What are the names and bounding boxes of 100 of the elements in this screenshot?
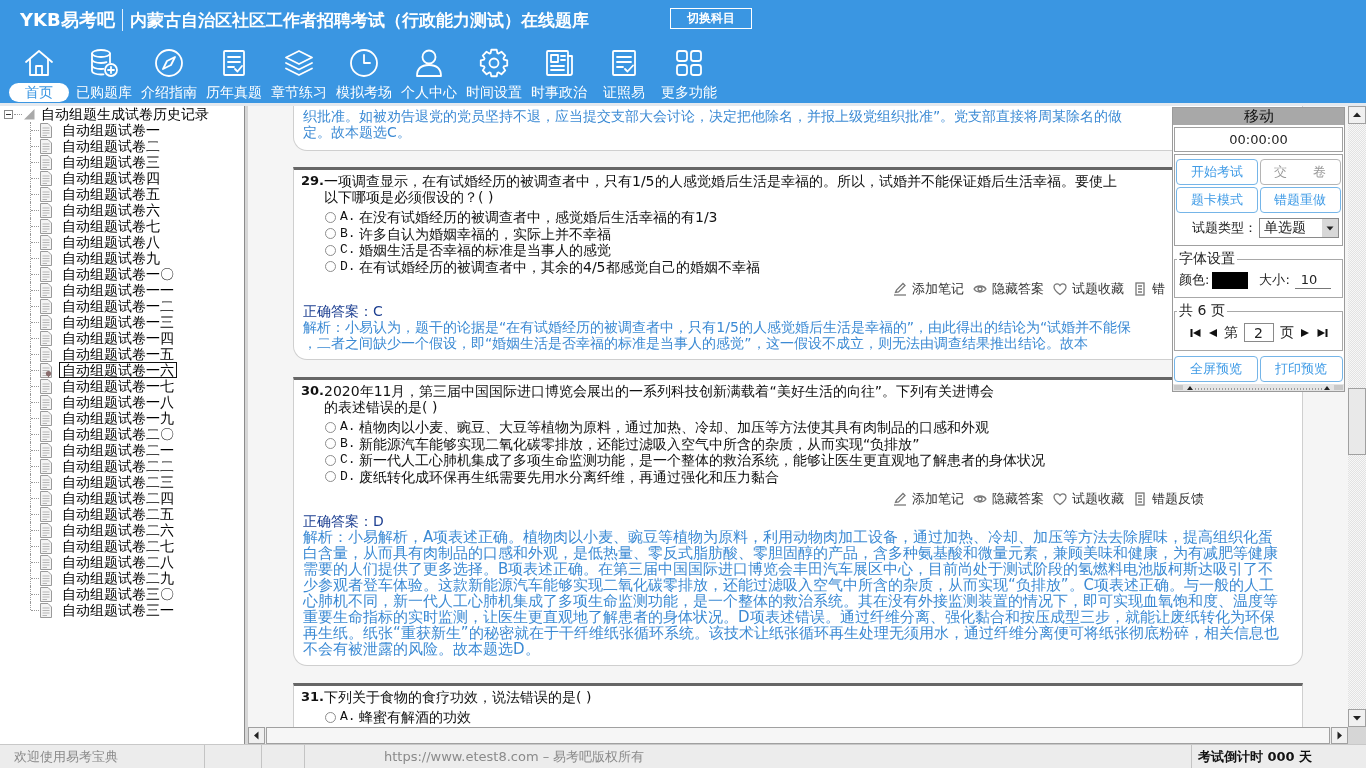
question-action-link[interactable]: 试题收藏 <box>1053 280 1124 298</box>
tree-item[interactable]: 自动组题试卷七 <box>59 218 163 234</box>
countdown-text: 考试倒计时 000 天 <box>1197 747 1313 766</box>
option-text: 婚姻生活是否幸福的标准是当事人的感觉 <box>359 242 611 259</box>
tree-item[interactable]: 自动组题试卷三一 <box>59 602 177 618</box>
tree-item[interactable]: 自动组题试卷二一 <box>59 442 177 458</box>
document-icon <box>40 330 52 346</box>
gear-icon[interactable] <box>477 47 510 79</box>
document-icon <box>40 250 52 266</box>
document-icon <box>40 186 52 202</box>
option-text: 废纸转化成环保再生纸需要先用水分离纤维，再通过强化和压力黏合 <box>359 468 779 485</box>
document-icon <box>40 570 52 586</box>
radio-button[interactable] <box>325 471 336 483</box>
option-letter: C. <box>340 452 355 469</box>
tree-item[interactable]: 自动组题试卷四 <box>59 170 163 186</box>
tree-item[interactable]: 自动组题试卷八 <box>59 234 163 250</box>
radio-button[interactable] <box>325 244 336 256</box>
document-icon <box>40 378 52 394</box>
tree-item[interactable]: 自动组题试卷一五 <box>59 346 177 362</box>
tree-item[interactable]: 自动组题试卷一六 <box>59 362 177 378</box>
tree-item[interactable]: 自动组题试卷一四 <box>59 330 177 346</box>
tree-item[interactable]: 自动组题试卷二九 <box>59 570 177 586</box>
heart-icon <box>1053 282 1067 296</box>
clock-icon[interactable] <box>347 47 380 79</box>
pager-label: 页 <box>1279 323 1294 342</box>
tree-item[interactable]: 自动组题试卷二七 <box>59 538 177 554</box>
document-icon <box>40 538 52 554</box>
tree-item[interactable]: 自动组题试卷六 <box>59 202 163 218</box>
tree-root-label[interactable]: 自动组题生成试卷历史记录 <box>41 106 209 122</box>
next-page-icon[interactable] <box>1299 327 1311 338</box>
document-icon <box>40 346 52 362</box>
first-page-icon[interactable] <box>1189 327 1201 338</box>
tree-item[interactable]: 自动组题试卷一二 <box>59 298 177 314</box>
tree-item[interactable]: 自动组题试卷二 <box>59 138 163 154</box>
question-action-link[interactable]: 隐藏答案 <box>973 490 1044 508</box>
last-page-icon[interactable] <box>1316 327 1328 338</box>
scroll-up-icon[interactable] <box>1348 106 1366 124</box>
tree-item[interactable]: 自动组题试卷二五 <box>59 506 177 522</box>
swatch-icon[interactable] <box>1212 271 1249 289</box>
option-letter: A. <box>340 419 355 436</box>
tree-item[interactable]: 自动组题试卷二四 <box>59 490 177 506</box>
document-icon <box>1133 492 1147 506</box>
tree-item[interactable]: 自动组题试卷一七 <box>59 378 177 394</box>
tree-item[interactable]: 自动组题试卷二二 <box>59 458 177 474</box>
tree-item[interactable]: 自动组题试卷三 <box>59 154 163 170</box>
tree-item[interactable]: 自动组题试卷一九 <box>59 410 177 426</box>
tree-item[interactable]: 自动组题试卷一三 <box>59 314 177 330</box>
tree-item[interactable]: 自动组题试卷一 <box>59 122 163 138</box>
scroll-right-icon[interactable] <box>1331 727 1348 744</box>
home-icon[interactable] <box>22 47 55 79</box>
font-size-field[interactable]: 10 <box>1294 271 1331 289</box>
radio-button[interactable] <box>325 228 336 240</box>
scroll-down-icon[interactable] <box>1348 709 1366 727</box>
tree-item[interactable]: 自动组题试卷一八 <box>59 394 177 410</box>
option-letter: D. <box>340 258 355 275</box>
compass-icon[interactable] <box>152 47 185 79</box>
radio-button[interactable] <box>325 421 336 433</box>
tree-item[interactable]: 自动组题试卷五 <box>59 186 163 202</box>
analysis-text: 解析：小易认为，题干的论据是“在有试婚经历的被调查者中，只有1/5的人感觉婚后生活是幸福的”，由此得出的结论为“试婚并不能保 <box>303 319 1132 335</box>
tree-item[interactable]: 自动组题试卷二〇 <box>59 426 177 442</box>
question-text: 2020年11月，第三届中国国际进口博览会展出的一系列科技创新满载着“美好生活的向往”。下列有关进博会 <box>324 383 994 399</box>
radio-button[interactable] <box>325 711 336 723</box>
tree-item[interactable]: 自动组题试卷一〇 <box>59 266 177 282</box>
tree-item[interactable]: 自动组题试卷九 <box>59 250 163 266</box>
tree-item[interactable]: 自动组题试卷二三 <box>59 474 177 490</box>
question-action-link[interactable]: 错题反馈 <box>1133 490 1204 508</box>
pager-label: 第 <box>1223 323 1238 342</box>
radio-button[interactable] <box>325 438 336 450</box>
panel-title[interactable]: 移动 <box>1173 108 1344 125</box>
pencil-icon <box>893 282 907 296</box>
radio-button[interactable] <box>325 211 336 223</box>
page-number-field[interactable]: 2 <box>1243 323 1274 342</box>
tree-item[interactable]: 自动组题试卷一一 <box>59 282 177 298</box>
radio-button[interactable] <box>325 261 336 273</box>
field-label: 颜色: <box>1179 271 1210 289</box>
heart-icon <box>1053 492 1067 506</box>
app-logo: YKB易考吧 <box>20 8 115 32</box>
document-icon <box>40 554 52 570</box>
caret-down-icon <box>1322 219 1338 237</box>
tree-item[interactable]: 自动组题试卷二六 <box>59 522 177 538</box>
question-number: 31. <box>301 689 325 705</box>
document-icon <box>40 442 52 458</box>
collapse-icon[interactable] <box>4 109 13 119</box>
scrollbar-thumb[interactable] <box>1348 388 1366 455</box>
question-action-link[interactable]: 隐藏答案 <box>973 280 1044 298</box>
scroll-left-icon[interactable] <box>248 727 265 744</box>
option-letter: A. <box>340 209 355 226</box>
question-action-link[interactable]: 试题收藏 <box>1053 490 1124 508</box>
document-icon <box>40 234 52 250</box>
question-action-link[interactable]: 错 <box>1133 280 1165 298</box>
question-action-link[interactable]: 添加笔记 <box>893 280 964 298</box>
question-type-select[interactable]: 单选题 <box>1259 218 1339 238</box>
radio-button[interactable] <box>325 454 336 466</box>
layers-icon[interactable] <box>282 47 315 79</box>
tree-item[interactable]: 自动组题试卷二八 <box>59 554 177 570</box>
question-action-link[interactable]: 添加笔记 <box>893 490 964 508</box>
document-icon <box>40 490 52 506</box>
tree-item[interactable]: 自动组题试卷三〇 <box>59 586 177 602</box>
status-text: 欢迎使用易考宝典 <box>14 747 118 766</box>
option-text: 新能源汽车能够实现二氧化碳零排放，还能过滤吸入空气中所含的杂质，从而实现“负排放” <box>359 435 920 452</box>
